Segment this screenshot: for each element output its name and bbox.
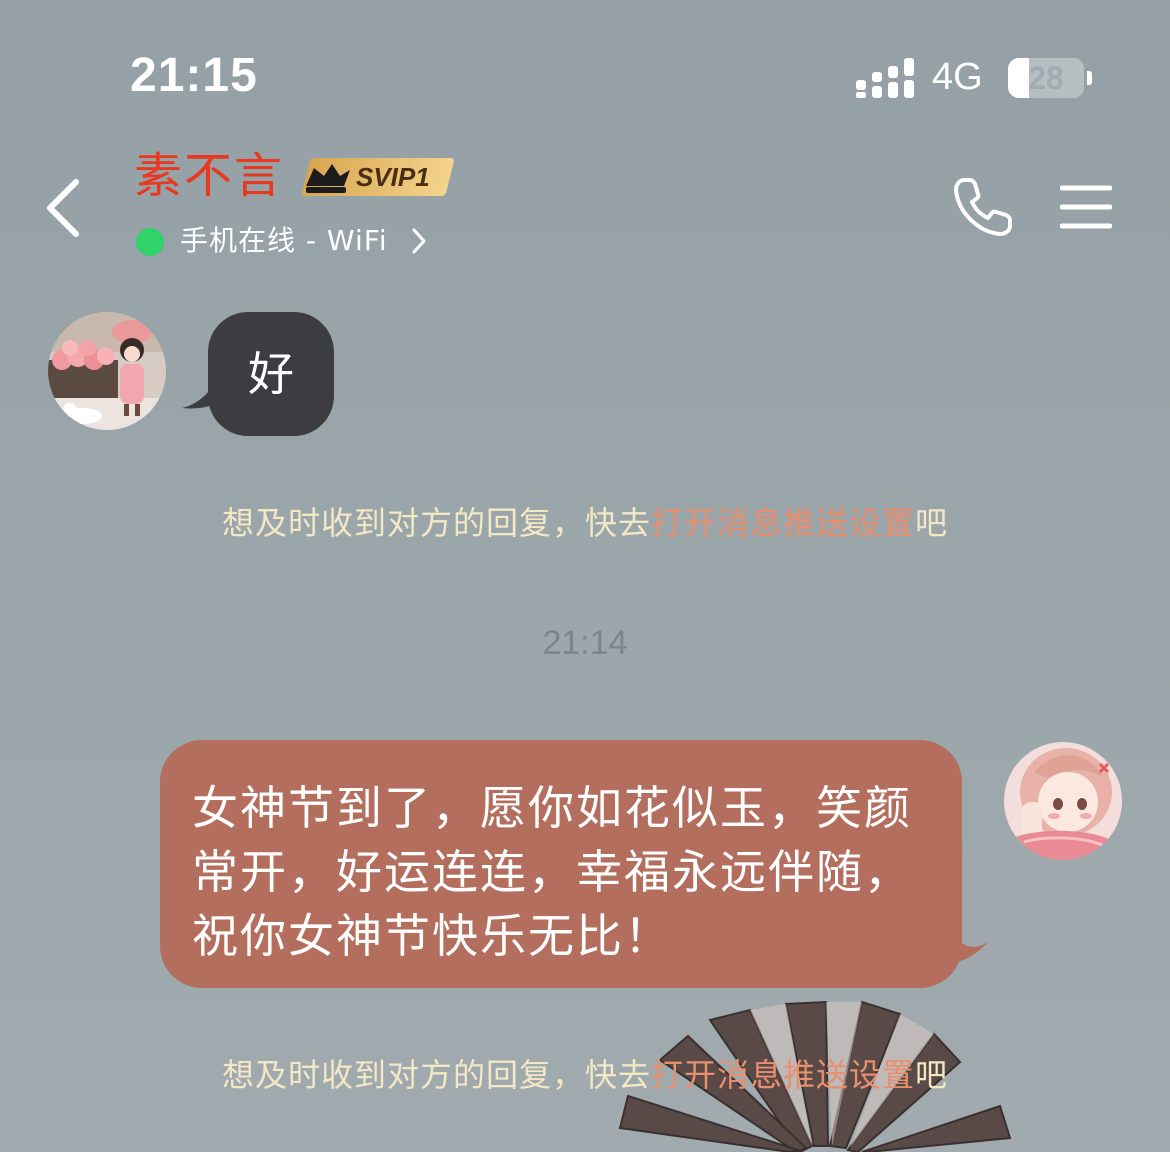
notification-settings-link[interactable]: 打开消息推送设置 [651,504,915,542]
user-avatar[interactable] [1004,742,1122,860]
battery-percent: 28 [1028,60,1064,96]
signal-icon [856,58,914,98]
notice-prefix: 想及时收到对方的回复，快去 [221,504,651,542]
notification-settings-link[interactable]: 打开消息推送设置 [651,1056,915,1094]
online-status-dot [136,228,164,256]
received-message-bubble[interactable]: 好 [208,312,334,436]
battery-tip [1087,71,1092,85]
network-label: 4G [932,56,983,98]
contact-name[interactable]: 素不言 [134,146,284,206]
vip-badge[interactable]: SVIP1 [300,156,455,198]
notice-suffix: 吧 [915,504,949,542]
chevron-right-icon[interactable] [408,226,430,256]
back-icon[interactable] [40,176,90,240]
notice-suffix: 吧 [915,1056,949,1094]
phone-icon[interactable] [950,174,1020,240]
vip-crown-icon [306,164,350,193]
contact-avatar[interactable] [48,312,166,430]
battery-icon: 28 [1008,58,1084,98]
push-notice: 想及时收到对方的回复，快去打开消息推送设置吧 [0,1050,1170,1096]
sent-message-bubble[interactable]: 女神节到了，愿你如花似玉，笑颜常开，好运连连，幸福永远伴随，祝你女神节快乐无比！ [160,740,962,988]
push-notice: 想及时收到对方的回复，快去打开消息推送设置吧 [0,498,1170,544]
status-time: 21:15 [130,49,258,102]
user-avatar-image [1004,742,1122,860]
vip-label: SVIP1 [356,162,430,192]
message-timestamp: 21:14 [542,624,628,662]
notice-prefix: 想及时收到对方的回复，快去 [221,1056,651,1094]
online-status[interactable]: 手机在线 - WiFi [180,222,388,260]
contact-avatar-image [48,312,166,430]
menu-icon[interactable] [1060,184,1112,230]
